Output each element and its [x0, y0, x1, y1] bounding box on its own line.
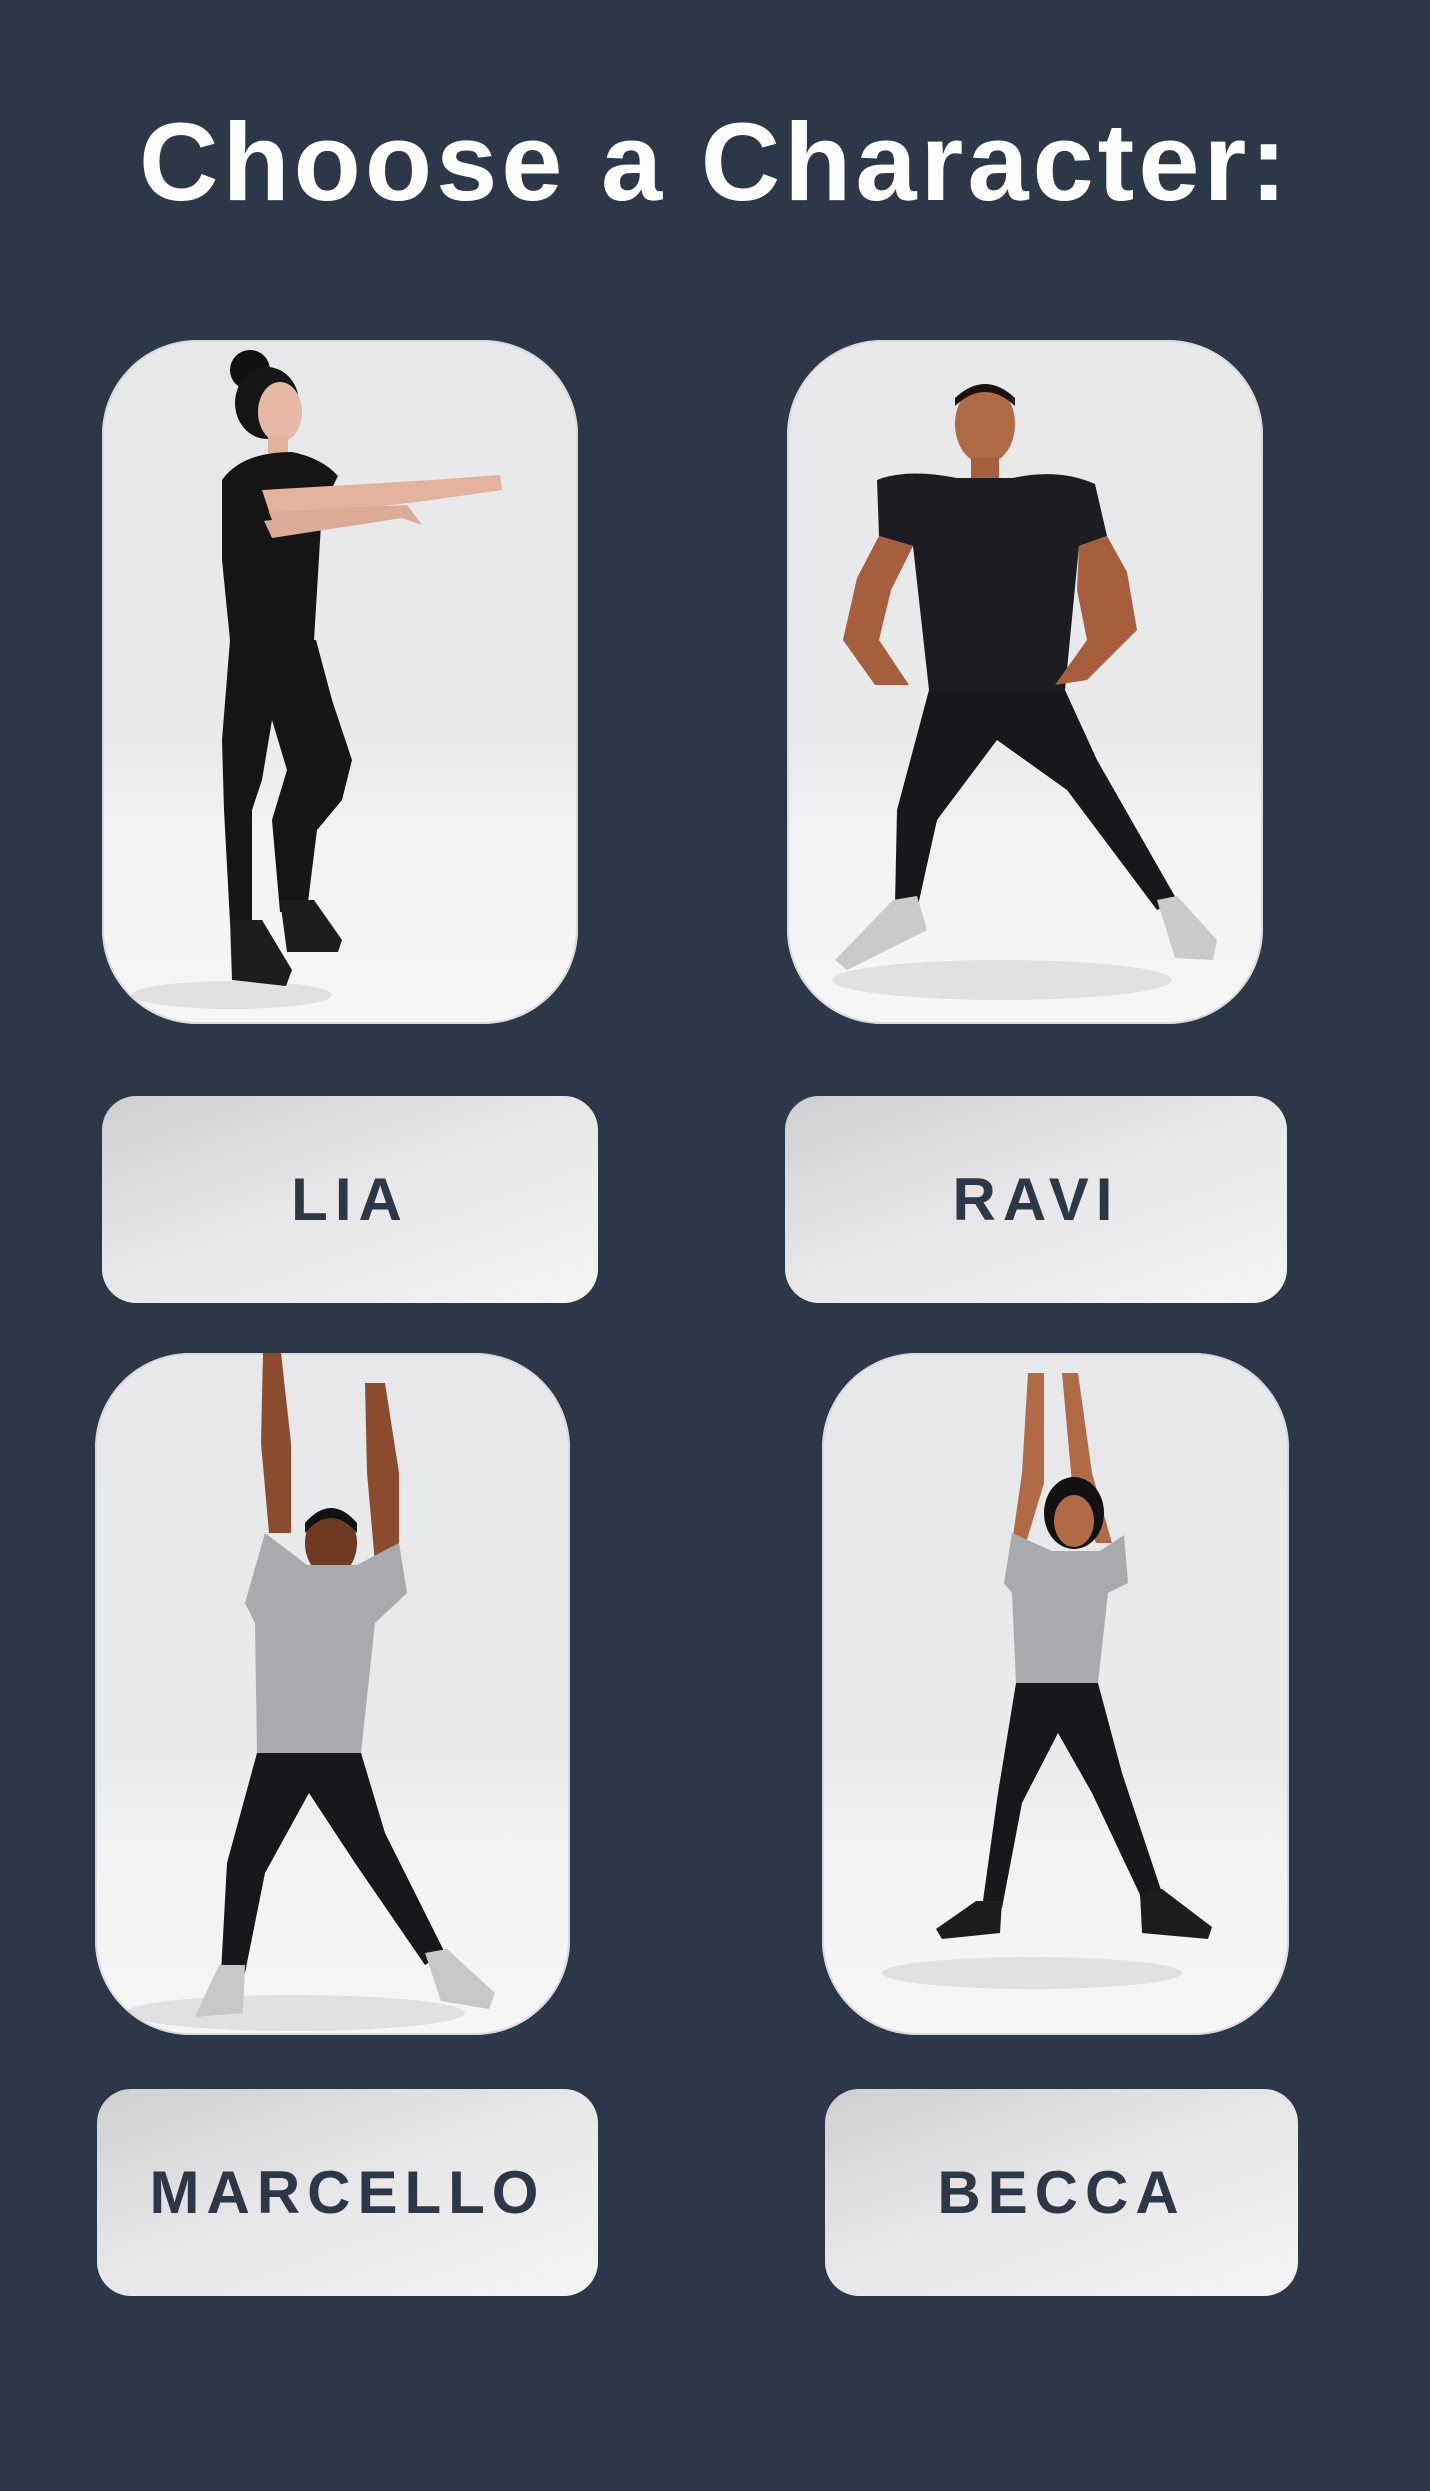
ravi-avatar-image — [832, 384, 1217, 1000]
lia-avatar-image — [132, 350, 502, 1009]
page-title: Choose a Character: — [139, 101, 1291, 224]
character-card-marcello[interactable] — [95, 1353, 570, 2035]
select-becca-button[interactable]: BECCA — [825, 2089, 1298, 2296]
select-marcello-button[interactable]: MARCELLO — [97, 2089, 598, 2296]
character-card-ravi[interactable] — [787, 340, 1263, 1024]
character-card-becca[interactable] — [822, 1353, 1289, 2035]
becca-avatar-image — [882, 1373, 1212, 1989]
select-ravi-button[interactable]: RAVI — [785, 1096, 1287, 1303]
character-card-lia[interactable] — [102, 340, 578, 1024]
marcello-avatar-image — [125, 1353, 495, 2031]
select-lia-button[interactable]: LIA — [102, 1096, 598, 1303]
